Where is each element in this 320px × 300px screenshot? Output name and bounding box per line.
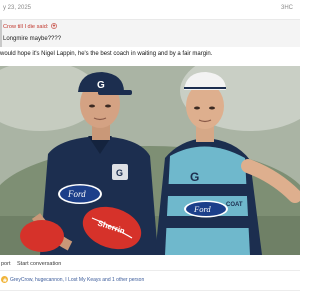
right-shirt-brand: COAT <box>226 202 243 208</box>
left-shirt-sponsor: Ford <box>67 189 86 199</box>
post-photo[interactable]: G G Ford Sherrin G Ford COAT <box>0 66 300 255</box>
post-header: y 23, 2025 3HC <box>0 0 300 20</box>
footer-divider <box>0 290 300 291</box>
quote-arrow-icon[interactable] <box>51 23 57 29</box>
divider <box>0 270 300 271</box>
post-date: y 23, 2025 <box>3 5 32 11</box>
post-actions: port Start conversation <box>0 257 300 270</box>
reaction-users[interactable]: GreyCrow, hugecannon, I Lost My Keays an… <box>10 277 144 283</box>
post-number[interactable]: 3HC <box>281 5 293 11</box>
quote-author-label[interactable]: Crow till I die said: <box>3 24 48 30</box>
left-shirt-badge: G <box>116 168 123 178</box>
cap-logo: G <box>97 80 105 91</box>
right-shirt-sponsor: Ford <box>193 204 211 214</box>
start-conversation-link[interactable]: Start conversation <box>17 261 61 267</box>
thumbs-up-icon <box>1 276 8 283</box>
post-message: would hope it's Nigel Lappin, he's the b… <box>0 51 213 57</box>
quote-text: Longmire maybe???? <box>3 36 62 42</box>
photo-illustration: G G Ford Sherrin G Ford COAT <box>0 66 300 255</box>
quote-author[interactable]: Crow till I die said: <box>3 23 57 30</box>
reaction-summary[interactable]: GreyCrow, hugecannon, I Lost My Keays an… <box>0 274 300 286</box>
report-link[interactable]: port <box>1 261 10 267</box>
quote-block: Crow till I die said: Longmire maybe???? <box>0 20 300 47</box>
right-shirt-logo: G <box>190 170 199 184</box>
